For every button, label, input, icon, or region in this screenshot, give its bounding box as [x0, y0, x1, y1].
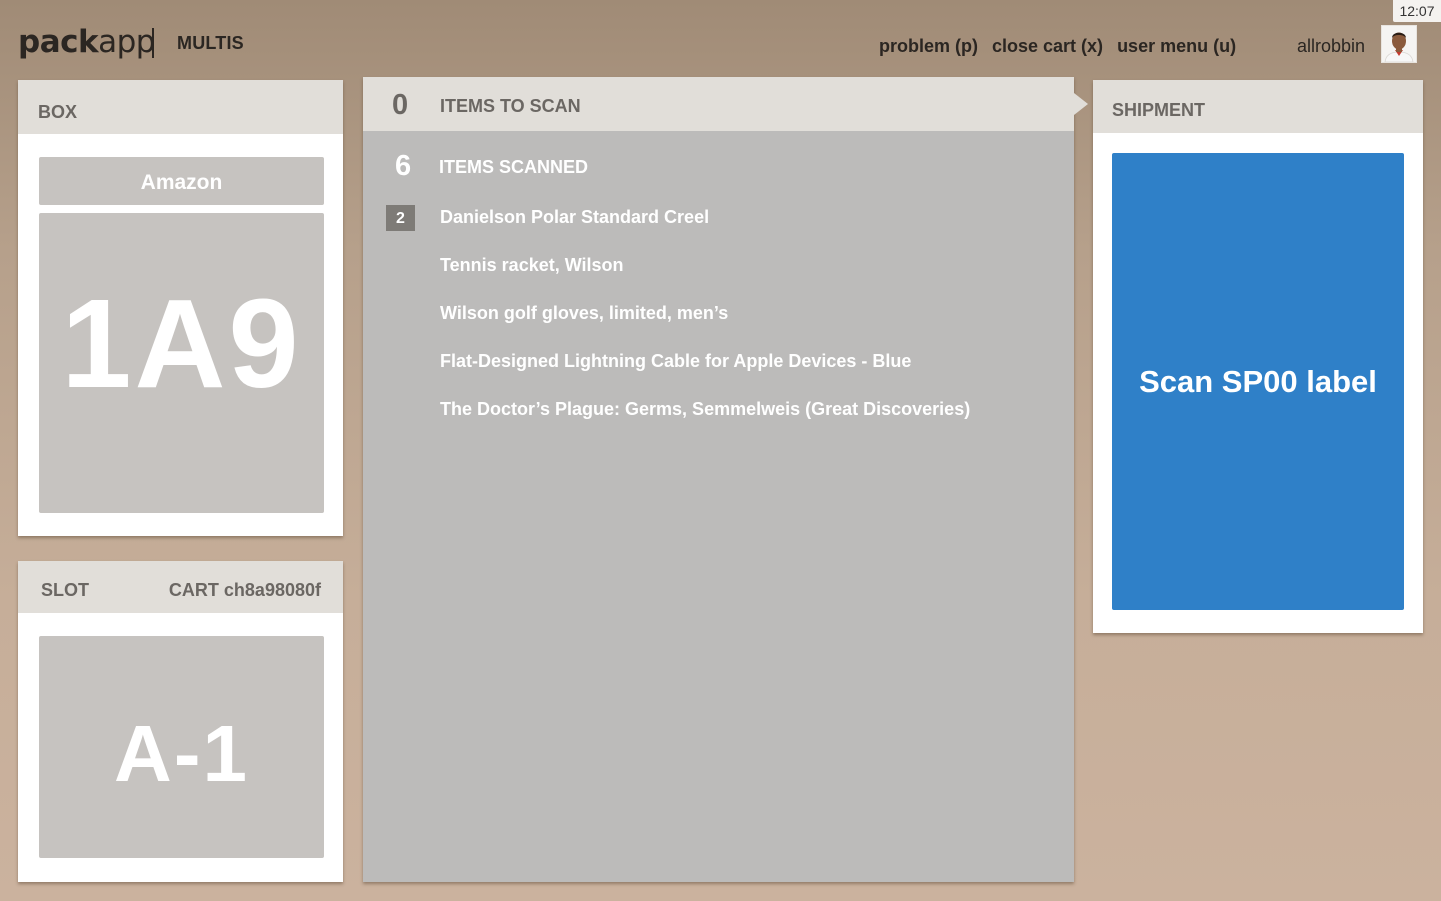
- shipment-card-header: SHIPMENT: [1093, 80, 1423, 133]
- list-item: The Doctor’s Plague: Germs, Semmelweis (…: [363, 398, 1074, 446]
- item-name: Tennis racket, Wilson: [440, 255, 624, 275]
- quantity-badge: 2: [386, 205, 415, 231]
- item-name: Flat-Designed Lightning Cable for Apple …: [440, 351, 912, 371]
- logo-text-pack: pack: [18, 24, 99, 60]
- items-scanned-label: ITEMS SCANNED: [439, 157, 589, 177]
- scan-label-button[interactable]: Scan SP00 label: [1112, 153, 1404, 610]
- pointer-arrow-icon: [1074, 93, 1088, 115]
- box-card: BOX Amazon 1A9: [18, 80, 343, 536]
- list-item: Tennis racket, Wilson: [363, 254, 1074, 302]
- app-logo: pack app: [18, 20, 155, 64]
- list-item: Flat-Designed Lightning Cable for Apple …: [363, 350, 1074, 398]
- box-code-panel: 1A9: [39, 213, 324, 513]
- avatar-image: [1382, 26, 1416, 62]
- list-item: 2 Danielson Polar Standard Creel: [363, 205, 1074, 254]
- close-cart-link[interactable]: close cart (x): [992, 36, 1103, 57]
- top-menu: problem (p) close cart (x) user menu (u): [879, 36, 1236, 57]
- slot-code-panel: A-1: [39, 636, 324, 858]
- shipment-title: SHIPMENT: [1112, 100, 1206, 120]
- problem-link[interactable]: problem (p): [879, 36, 978, 57]
- carrier-label: Amazon: [39, 157, 324, 205]
- box-title: BOX: [38, 102, 78, 122]
- items-to-scan-label: ITEMS TO SCAN: [440, 96, 581, 116]
- item-name: Danielson Polar Standard Creel: [440, 207, 710, 227]
- box-card-header: BOX: [18, 80, 343, 134]
- items-to-scan-header: 0 ITEMS TO SCAN: [363, 77, 1088, 131]
- clock: 12:07: [1393, 0, 1441, 22]
- avatar[interactable]: [1381, 25, 1417, 63]
- slot-code: A-1: [114, 709, 249, 798]
- items-to-scan-count: 0: [392, 89, 409, 121]
- box-code: 1A9: [61, 273, 302, 414]
- slot-title: SLOT: [41, 580, 89, 600]
- items-panel: 0 ITEMS TO SCAN 6 ITEMS SCANNED 2 Daniel…: [363, 77, 1088, 882]
- shipment-card: SHIPMENT Scan SP00 label: [1093, 80, 1423, 633]
- scanned-item-list: 2 Danielson Polar Standard Creel Tennis …: [363, 205, 1074, 446]
- logo-divider: [152, 28, 154, 58]
- mode-label: MULTIS: [177, 33, 244, 53]
- item-name: The Doctor’s Plague: Germs, Semmelweis (…: [440, 399, 971, 419]
- user-menu-link[interactable]: user menu (u): [1117, 36, 1236, 57]
- cart-id: CART ch8a98080f: [168, 580, 321, 600]
- items-scanned-count: 6: [395, 150, 412, 182]
- username[interactable]: allrobbin: [1297, 36, 1365, 57]
- logo-text-app: app: [98, 24, 155, 60]
- slot-card: SLOT CART ch8a98080f A-1: [18, 561, 343, 882]
- list-item: Wilson golf gloves, limited, men’s: [363, 302, 1074, 350]
- slot-card-header: SLOT CART ch8a98080f: [18, 561, 343, 613]
- item-name: Wilson golf gloves, limited, men’s: [440, 303, 729, 323]
